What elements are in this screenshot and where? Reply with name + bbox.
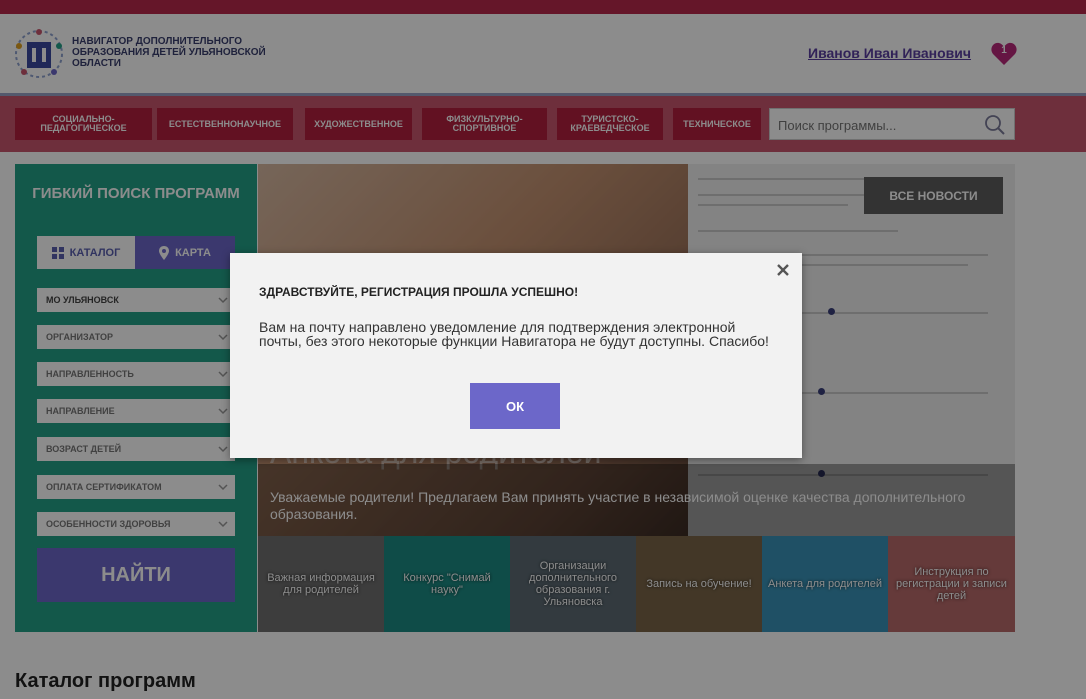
close-icon[interactable] <box>775 262 791 278</box>
ok-button[interactable]: ОК <box>470 383 560 429</box>
dialog-message: Вам на почту направлено уведомление для … <box>259 319 769 349</box>
registration-success-dialog: ЗДРАВСТВУЙТЕ, РЕГИСТРАЦИЯ ПРОШЛА УСПЕШНО… <box>230 253 802 458</box>
dialog-title: ЗДРАВСТВУЙТЕ, РЕГИСТРАЦИЯ ПРОШЛА УСПЕШНО… <box>259 285 579 299</box>
